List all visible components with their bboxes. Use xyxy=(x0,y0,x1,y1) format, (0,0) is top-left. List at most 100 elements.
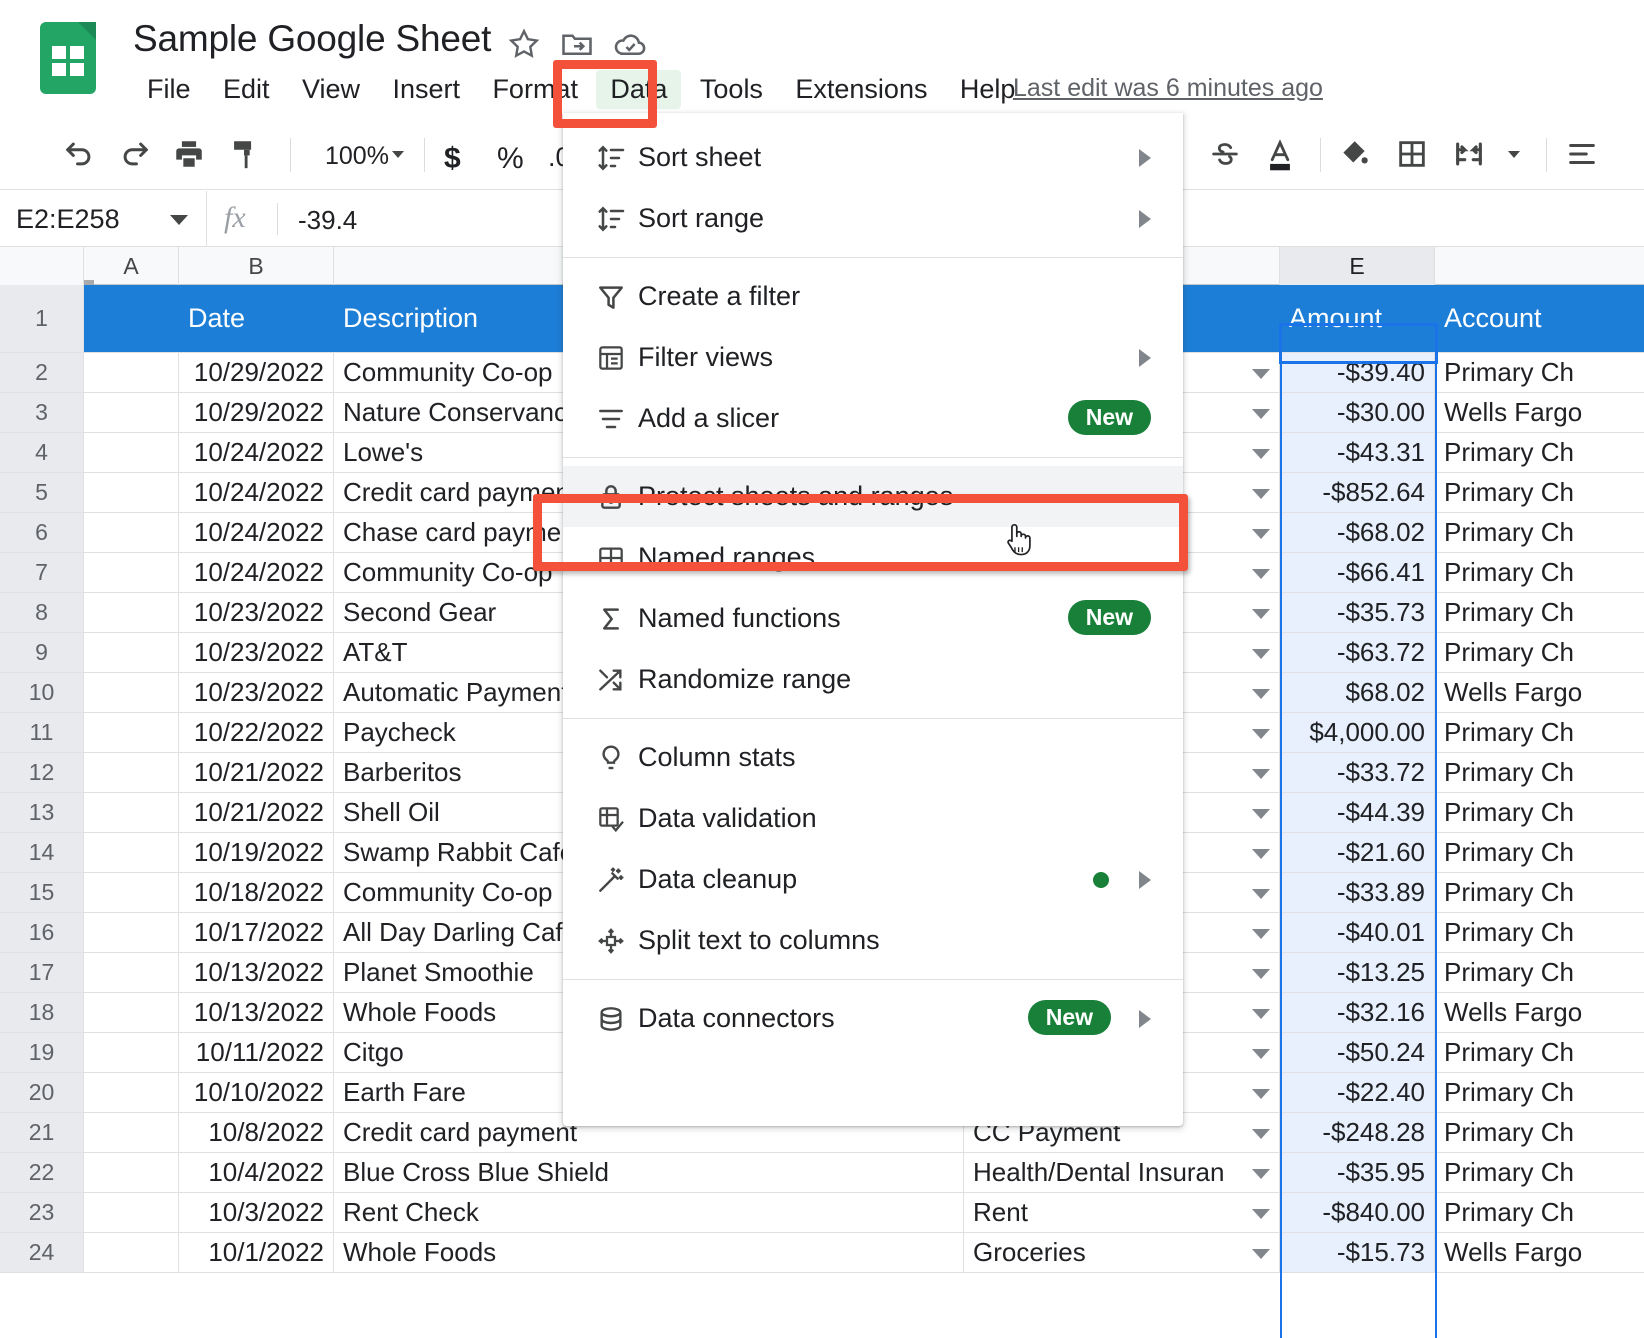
menu-item-data-cleanup[interactable]: Data cleanup xyxy=(563,849,1183,910)
cell-amount[interactable]: -$63.72 xyxy=(1280,633,1435,672)
formula-input[interactable]: -39.4 xyxy=(298,205,357,236)
cell-amount[interactable]: -$21.60 xyxy=(1280,833,1435,872)
row-header[interactable]: 1 xyxy=(0,285,84,353)
row-header[interactable]: 7 xyxy=(0,553,84,593)
borders-icon[interactable] xyxy=(1395,132,1429,176)
menu-item-add-a-slicer[interactable]: Add a slicer New xyxy=(563,388,1183,449)
cell-date[interactable]: 10/8/2022 xyxy=(179,1113,334,1152)
currency-icon[interactable]: $ xyxy=(444,142,461,176)
cell-dropdown-icon[interactable] xyxy=(1252,648,1270,659)
cell-date[interactable]: 10/23/2022 xyxy=(179,633,334,672)
cell-dropdown-icon[interactable] xyxy=(1252,928,1270,939)
cell-amount[interactable]: -$39.40 xyxy=(1280,353,1435,392)
column-header-a[interactable]: A xyxy=(84,247,179,285)
cell-date[interactable]: 10/19/2022 xyxy=(179,833,334,872)
menu-data[interactable]: Data xyxy=(596,70,682,109)
cell-date[interactable]: 10/23/2022 xyxy=(179,673,334,712)
redo-icon[interactable] xyxy=(118,132,152,176)
merge-cells-icon[interactable] xyxy=(1452,132,1486,176)
cell-amount[interactable]: -$40.01 xyxy=(1280,913,1435,952)
cell-account[interactable]: Primary Ch xyxy=(1435,713,1644,752)
cell-account[interactable]: Primary Ch xyxy=(1435,473,1644,512)
row-header[interactable]: 20 xyxy=(0,1073,84,1113)
cell-amount[interactable]: -$33.89 xyxy=(1280,873,1435,912)
cell-account[interactable]: Primary Ch xyxy=(1435,513,1644,552)
row-header[interactable]: 17 xyxy=(0,953,84,993)
cell-account[interactable]: Primary Ch xyxy=(1435,433,1644,472)
cell-date[interactable]: 10/24/2022 xyxy=(179,433,334,472)
cell-a[interactable] xyxy=(84,393,179,432)
cell-a[interactable] xyxy=(84,1113,179,1152)
undo-icon[interactable] xyxy=(62,132,96,176)
text-color-icon[interactable] xyxy=(1263,132,1297,176)
column-header-e[interactable]: E xyxy=(1280,247,1435,285)
cell-date[interactable]: 10/22/2022 xyxy=(179,713,334,752)
menu-insert[interactable]: Insert xyxy=(378,70,474,109)
cell-dropdown-icon[interactable] xyxy=(1252,448,1270,459)
cell-date[interactable]: 10/4/2022 xyxy=(179,1153,334,1192)
text-align-icon[interactable] xyxy=(1565,132,1599,176)
row-header[interactable]: 22 xyxy=(0,1153,84,1193)
cell-date[interactable]: 10/1/2022 xyxy=(179,1233,334,1272)
cell-date[interactable]: 10/18/2022 xyxy=(179,873,334,912)
cell-account[interactable]: Primary Ch xyxy=(1435,593,1644,632)
strikethrough-icon[interactable] xyxy=(1208,132,1242,176)
cell-account[interactable]: Primary Ch xyxy=(1435,953,1644,992)
cell-category[interactable]: Health/Dental Insuran xyxy=(964,1153,1280,1192)
cell-a[interactable] xyxy=(84,993,179,1032)
cell-a[interactable] xyxy=(84,873,179,912)
last-edit-status[interactable]: Last edit was 6 minutes ago xyxy=(1013,74,1323,103)
cell-date[interactable]: 10/11/2022 xyxy=(179,1033,334,1072)
cell-amount[interactable]: $4,000.00 xyxy=(1280,713,1435,752)
row-header[interactable]: 10 xyxy=(0,673,84,713)
cell-amount[interactable]: -$248.28 xyxy=(1280,1113,1435,1152)
cell-a[interactable] xyxy=(84,833,179,872)
cell-a[interactable] xyxy=(84,593,179,632)
cell-amount[interactable]: -$66.41 xyxy=(1280,553,1435,592)
cell-amount[interactable]: -$33.72 xyxy=(1280,753,1435,792)
cell-a[interactable] xyxy=(84,433,179,472)
column-header-b[interactable]: B xyxy=(179,247,334,285)
cell-amount[interactable]: -$35.73 xyxy=(1280,593,1435,632)
cell-dropdown-icon[interactable] xyxy=(1252,1048,1270,1059)
cell-account[interactable]: Wells Fargo xyxy=(1435,393,1644,432)
star-icon[interactable] xyxy=(506,26,542,62)
row-header[interactable]: 8 xyxy=(0,593,84,633)
cell-dropdown-icon[interactable] xyxy=(1252,1168,1270,1179)
cell-account[interactable]: Wells Fargo xyxy=(1435,673,1644,712)
row-header[interactable]: 3 xyxy=(0,393,84,433)
menu-file[interactable]: File xyxy=(133,70,205,109)
cell-a[interactable] xyxy=(84,713,179,752)
menu-format[interactable]: Format xyxy=(478,70,592,109)
cell-amount[interactable]: -$22.40 xyxy=(1280,1073,1435,1112)
cell-account[interactable]: Primary Ch xyxy=(1435,1153,1644,1192)
cell-a[interactable] xyxy=(84,1033,179,1072)
chevron-down-icon[interactable] xyxy=(170,215,188,225)
cell-amount[interactable]: -$32.16 xyxy=(1280,993,1435,1032)
cell-account[interactable]: Primary Ch xyxy=(1435,753,1644,792)
paint-format-icon[interactable] xyxy=(227,132,261,176)
cell-date[interactable]: 10/3/2022 xyxy=(179,1193,334,1232)
cell-dropdown-icon[interactable] xyxy=(1252,1208,1270,1219)
row-header[interactable]: 13 xyxy=(0,793,84,833)
menu-item-column-stats[interactable]: Column stats xyxy=(563,727,1183,788)
cell-account[interactable]: Primary Ch xyxy=(1435,633,1644,672)
merge-dropdown-icon[interactable] xyxy=(1502,132,1526,176)
cell-date[interactable]: 10/13/2022 xyxy=(179,993,334,1032)
cell-dropdown-icon[interactable] xyxy=(1252,688,1270,699)
cell-account[interactable]: Primary Ch xyxy=(1435,353,1644,392)
cell-amount[interactable]: -$15.73 xyxy=(1280,1233,1435,1272)
cell-a[interactable] xyxy=(84,473,179,512)
cell-a[interactable] xyxy=(84,633,179,672)
cell-dropdown-icon[interactable] xyxy=(1252,608,1270,619)
cell-account[interactable]: Primary Ch xyxy=(1435,1033,1644,1072)
menu-item-randomize-range[interactable]: Randomize range xyxy=(563,649,1183,710)
menu-item-split-text-to-columns[interactable]: Split text to columns xyxy=(563,910,1183,971)
table-row[interactable]: 10/4/2022 Blue Cross Blue Shield Health/De… xyxy=(84,1153,1644,1193)
cell-amount[interactable]: -$50.24 xyxy=(1280,1033,1435,1072)
cell-a[interactable] xyxy=(84,913,179,952)
menu-edit[interactable]: Edit xyxy=(209,70,284,109)
cell-dropdown-icon[interactable] xyxy=(1252,368,1270,379)
cell-account[interactable]: Primary Ch xyxy=(1435,1193,1644,1232)
cell-date[interactable]: 10/23/2022 xyxy=(179,593,334,632)
